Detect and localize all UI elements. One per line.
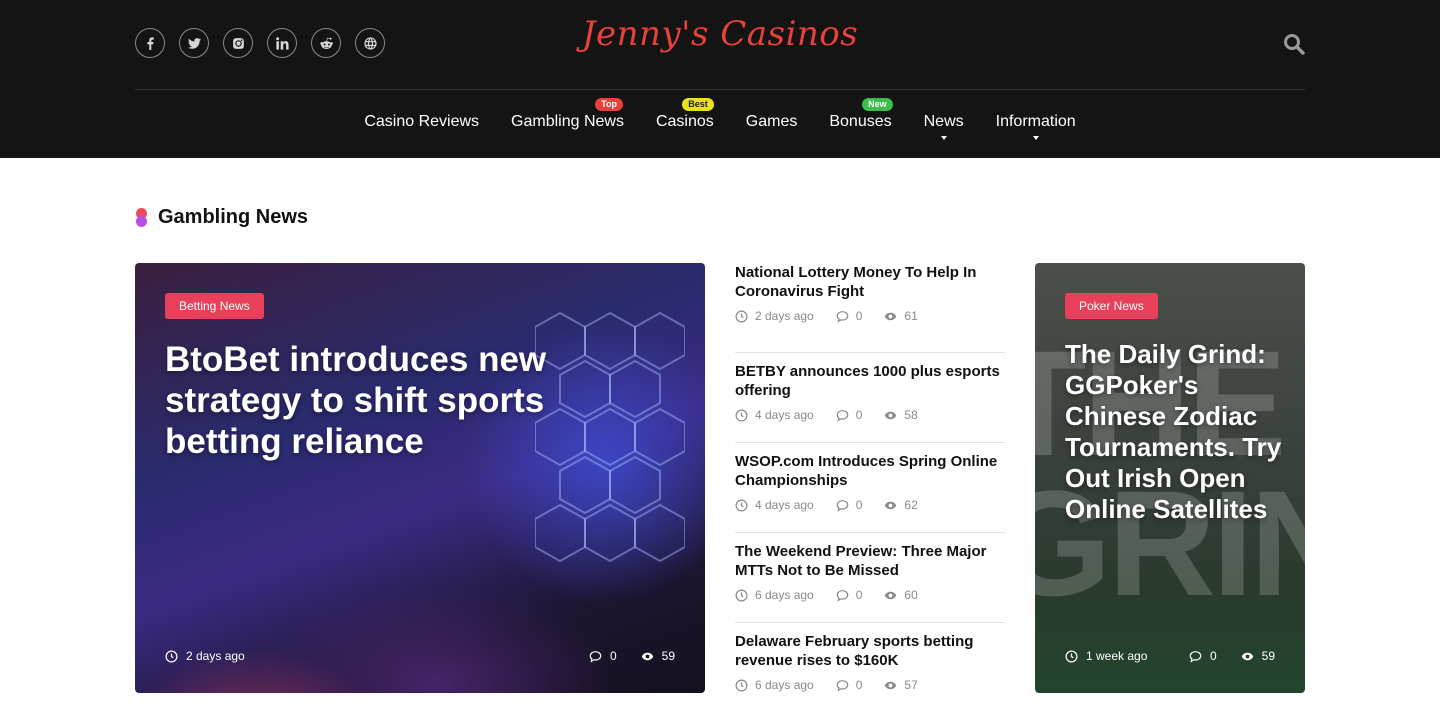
side-article-card[interactable]: THE DAILGRIND Poker News The Daily Grind… [1035,263,1305,693]
eye-icon [884,589,897,602]
comment-icon [1189,650,1202,663]
list-item-meta: 6 days ago 0 60 [735,588,1005,602]
clock-icon [165,650,178,663]
comment-count: 0 [855,678,863,692]
list-item-meta: 2 days ago 0 61 [735,309,1005,323]
comment-icon [836,499,849,512]
nav-bonuses[interactable]: New Bonuses [829,98,893,133]
view-count: 58 [904,408,918,422]
nav-label: Casino Reviews [364,113,480,130]
nav-casino-reviews[interactable]: Casino Reviews [364,113,479,133]
nav-label: Casinos [655,113,714,130]
eye-icon [884,310,897,323]
list-item-time: 6 days ago [755,588,814,602]
header-divider [135,89,1305,90]
list-item-meta: 4 days ago 0 58 [735,408,1005,422]
clock-icon [735,409,748,422]
view-count: 62 [904,498,918,512]
list-item-title[interactable]: WSOP.com Introduces Spring Online Champi… [735,452,1005,494]
comment-icon [589,650,602,663]
list-item-title[interactable]: The Weekend Preview: Three Major MTTs No… [735,542,1005,584]
list-item-time: 4 days ago [755,408,814,422]
view-count: 60 [904,588,918,602]
list-item-title[interactable]: National Lottery Money To Help In Corona… [735,263,1005,305]
main-nav: Casino Reviews Top Gambling News Best Ca… [135,98,1305,140]
list-item-time: 4 days ago [755,498,814,512]
comment-icon [836,409,849,422]
nav-label: Games [745,113,798,130]
nav-label: Gambling News [511,113,624,130]
comment-icon [836,310,849,323]
nav-news[interactable]: News [923,113,964,140]
top-badge: Top [595,98,623,111]
comment-count: 0 [1209,649,1217,663]
clock-icon [735,589,748,602]
view-count: 61 [904,309,918,323]
side-article-title[interactable]: The Daily Grind: GGPoker's Chinese Zodia… [1065,339,1285,525]
site-logo[interactable]: Jenny's Casinos [135,14,1305,54]
clock-icon [1065,650,1078,663]
news-list: National Lottery Money To Help In Corona… [735,263,1005,710]
eye-icon [884,409,897,422]
list-item-title[interactable]: Delaware February sports betting revenue… [735,632,1005,674]
list-item-meta: 4 days ago 0 62 [735,498,1005,512]
eye-icon [884,679,897,692]
article-time: 1 week ago [1086,649,1148,663]
comment-count: 0 [855,309,863,323]
nav-label: Bonuses [829,113,892,130]
eye-icon [884,499,897,512]
list-item[interactable]: The Weekend Preview: Three Major MTTs No… [735,533,1005,623]
clock-icon [735,499,748,512]
list-item-time: 6 days ago [755,678,814,692]
category-pill[interactable]: Poker News [1065,293,1158,319]
nav-label: Information [995,113,1076,130]
list-item[interactable]: Delaware February sports betting revenue… [735,623,1005,710]
nav-gambling-news[interactable]: Top Gambling News [511,98,624,133]
list-item-title[interactable]: BETBY announces 1000 plus esports offeri… [735,362,1005,404]
comment-icon [836,589,849,602]
comment-count: 0 [855,588,863,602]
eye-icon [641,650,654,663]
comment-count: 0 [855,408,863,422]
new-badge: New [862,98,893,111]
nav-information[interactable]: Information [995,113,1076,140]
search-icon[interactable] [1283,33,1305,55]
comment-count: 0 [855,498,863,512]
view-count: 59 [661,649,675,663]
category-pill[interactable]: Betting News [165,293,264,319]
view-count: 57 [904,678,918,692]
article-meta: 2 days ago 0 59 [165,649,675,663]
section-dots-icon [135,207,147,228]
eye-icon [1241,650,1254,663]
list-item[interactable]: BETBY announces 1000 plus esports offeri… [735,353,1005,443]
caret-down-icon [1032,136,1039,140]
clock-icon [735,310,748,323]
view-count: 59 [1261,649,1275,663]
nav-label: News [923,113,964,130]
best-badge: Best [682,98,714,111]
caret-down-icon [940,136,947,140]
comment-count: 0 [609,649,617,663]
list-item-time: 2 days ago [755,309,814,323]
header-inner: Jenny's Casinos Casino Reviews Top Gambl… [135,0,1305,158]
comment-icon [836,679,849,692]
section-title: Gambling News [158,206,309,228]
section-heading: Gambling News [135,206,308,229]
list-item-meta: 6 days ago 0 57 [735,678,1005,692]
list-item[interactable]: WSOP.com Introduces Spring Online Champi… [735,443,1005,533]
nav-games[interactable]: Games [746,113,798,133]
list-item[interactable]: National Lottery Money To Help In Corona… [735,263,1005,353]
clock-icon [735,679,748,692]
featured-article-card[interactable]: Betting News BtoBet introduces new strat… [135,263,705,693]
featured-article-title[interactable]: BtoBet introduces new strategy to shift … [165,339,625,462]
site-header: Jenny's Casinos Casino Reviews Top Gambl… [0,0,1440,158]
article-meta: 1 week ago 0 59 [1065,649,1275,663]
nav-casinos[interactable]: Best Casinos [655,98,714,133]
article-time: 2 days ago [186,649,245,663]
